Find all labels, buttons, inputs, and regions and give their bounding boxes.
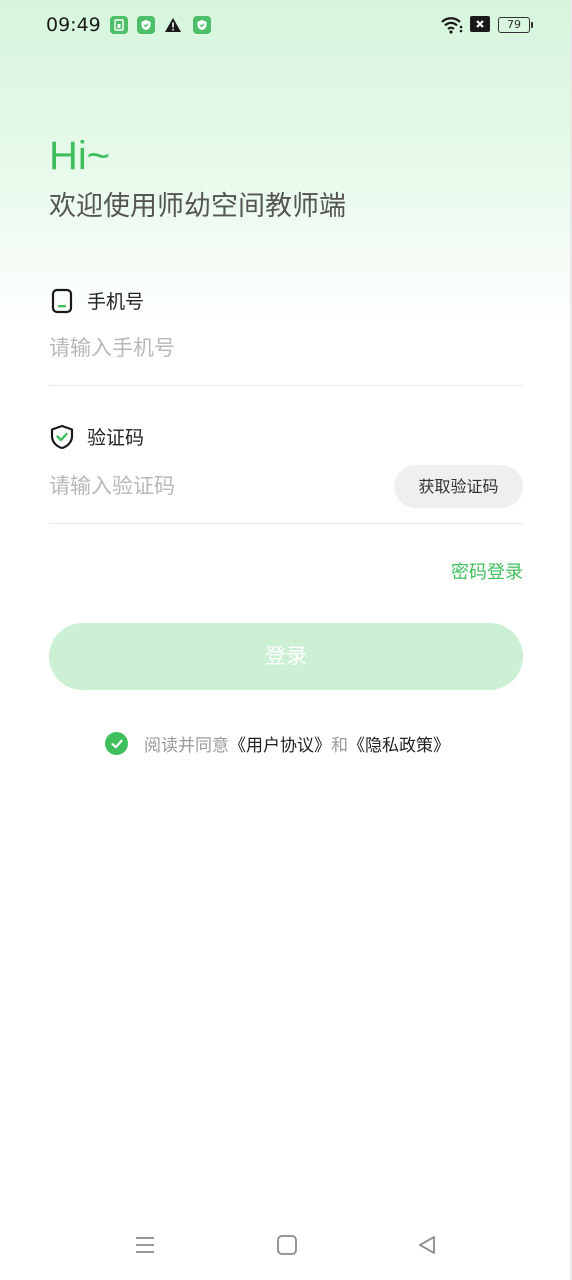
sim-icon	[110, 16, 128, 34]
agreement-checkbox[interactable]	[105, 732, 128, 755]
wifi-icon	[440, 15, 464, 39]
user-agreement-link[interactable]: 《用户协议》	[229, 731, 331, 756]
phone-label-row: 手机号	[49, 287, 144, 314]
home-icon[interactable]	[276, 1234, 298, 1260]
check-icon	[110, 739, 123, 748]
code-label-row: 验证码	[49, 423, 144, 450]
system-nav-bar	[0, 1220, 572, 1270]
shield-icon	[137, 16, 155, 34]
phone-input[interactable]	[49, 331, 523, 365]
status-bar: 09:49 79	[0, 0, 572, 50]
code-input[interactable]	[49, 469, 379, 503]
battery-tip	[531, 22, 533, 28]
agreement-prefix: 阅读并同意	[144, 736, 229, 756]
phone-label: 手机号	[87, 291, 145, 313]
greeting-title: Hi~	[49, 134, 111, 178]
phone-icon	[51, 288, 73, 313]
code-divider	[49, 523, 523, 524]
status-time: 09:49	[46, 14, 101, 36]
menu-icon[interactable]	[134, 1234, 156, 1260]
get-code-button[interactable]: 获取验证码	[394, 465, 523, 508]
no-signal-icon	[470, 15, 490, 37]
battery-icon: 79	[498, 17, 530, 33]
welcome-subtitle: 欢迎使用师幼空间教师端	[49, 191, 346, 222]
back-icon[interactable]	[416, 1234, 438, 1260]
login-button[interactable]: 登录	[49, 623, 523, 690]
privacy-policy-link[interactable]: 《隐私政策》	[348, 731, 450, 756]
code-label: 验证码	[87, 427, 145, 449]
shield-icon	[193, 16, 211, 34]
agreement-and: 和	[331, 736, 348, 756]
shield-check-icon	[50, 424, 74, 449]
phone-divider	[49, 385, 523, 386]
agreement-row: 阅读并同意 《用户协议》 和 《隐私政策》	[105, 731, 450, 756]
password-login-link[interactable]: 密码登录	[451, 558, 523, 584]
warning-icon	[164, 16, 182, 34]
